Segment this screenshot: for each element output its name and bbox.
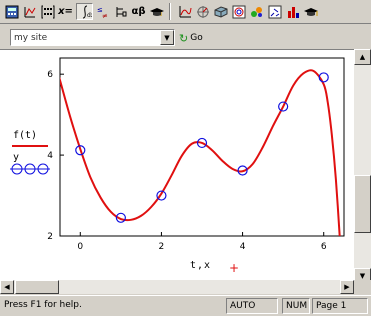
horizontal-scroll-thumb[interactable] <box>15 280 59 294</box>
go-arrow-icon: ↻ <box>179 31 189 45</box>
horizontal-scrollbar[interactable]: ◀ ▶ <box>0 280 354 294</box>
resource-address-bar: ▼ ↻ Go <box>0 26 371 48</box>
graph-toolbar-icon[interactable] <box>21 3 38 20</box>
address-combo[interactable]: ▼ <box>10 29 175 46</box>
polar-plot-icon[interactable] <box>194 3 211 20</box>
matrix-toolbar-icon[interactable] <box>39 3 56 20</box>
surface-plot-icon[interactable] <box>212 3 229 20</box>
chevron-down-icon[interactable]: ▼ <box>160 30 174 45</box>
resources-icon[interactable] <box>302 3 319 20</box>
xy-plot-icon[interactable] <box>176 3 193 20</box>
x-tick-label: 0 <box>77 242 83 252</box>
go-label: Go <box>190 33 203 43</box>
axis-ticks: 0 2 4 6 2 4 6 <box>47 70 327 252</box>
scroll-right-icon[interactable]: ▶ <box>340 280 354 294</box>
vertical-scrollbar[interactable]: ▲ ▼ <box>354 49 371 284</box>
toolbar-separator <box>169 3 171 20</box>
xy-plot[interactable]: 0 2 4 6 2 4 6 <box>0 49 354 280</box>
svg-text:≠: ≠ <box>102 12 108 19</box>
y-tick-label: 6 <box>47 70 53 80</box>
evaluation-toolbar-icon[interactable]: x= <box>57 3 74 20</box>
programming-toolbar-icon[interactable] <box>112 3 129 20</box>
calculus-toolbar-icon[interactable]: dx <box>76 3 93 20</box>
status-bar: Press F1 for help. AUTO NUM Page 1 <box>0 295 371 316</box>
y-tick-label: 4 <box>47 151 53 161</box>
x-tick-label: 4 <box>240 242 246 252</box>
scatter-3d-icon[interactable] <box>248 3 265 20</box>
calculator-toolbar-icon[interactable] <box>3 3 20 20</box>
plot-series <box>60 69 341 236</box>
mathcad-window: x= dx ≤≠ αβ <box>0 0 371 316</box>
x-tick-label: 6 <box>321 242 327 252</box>
boolean-toolbar-icon[interactable]: ≤ ≠ <box>94 3 111 20</box>
x-axis-title: t,x <box>190 260 212 271</box>
svg-text:dx: dx <box>87 12 92 19</box>
vertical-scroll-thumb[interactable] <box>354 175 371 233</box>
scroll-corner <box>354 280 371 294</box>
y-tick-label: 2 <box>47 232 53 242</box>
scroll-up-icon[interactable]: ▲ <box>354 49 371 65</box>
status-page: Page 1 <box>312 298 368 314</box>
series-line-ft <box>60 69 341 236</box>
status-help-text: Press F1 for help. <box>4 300 82 310</box>
symbolic-toolbar-icon[interactable] <box>148 3 165 20</box>
status-num: NUM <box>282 298 310 314</box>
x-tick-label: 2 <box>159 242 165 252</box>
address-input[interactable] <box>14 32 159 44</box>
contour-plot-icon[interactable] <box>230 3 247 20</box>
status-mode: AUTO <box>226 298 278 314</box>
greek-toolbar-icon[interactable]: αβ <box>130 3 147 20</box>
vector-field-icon[interactable] <box>266 3 283 20</box>
bar-3d-icon[interactable] <box>284 3 301 20</box>
add-trace-marker: + <box>229 261 240 275</box>
go-button[interactable]: ↻ Go <box>179 31 203 45</box>
scroll-left-icon[interactable]: ◀ <box>0 280 14 294</box>
math-toolbar: x= dx ≤≠ αβ <box>0 0 371 24</box>
